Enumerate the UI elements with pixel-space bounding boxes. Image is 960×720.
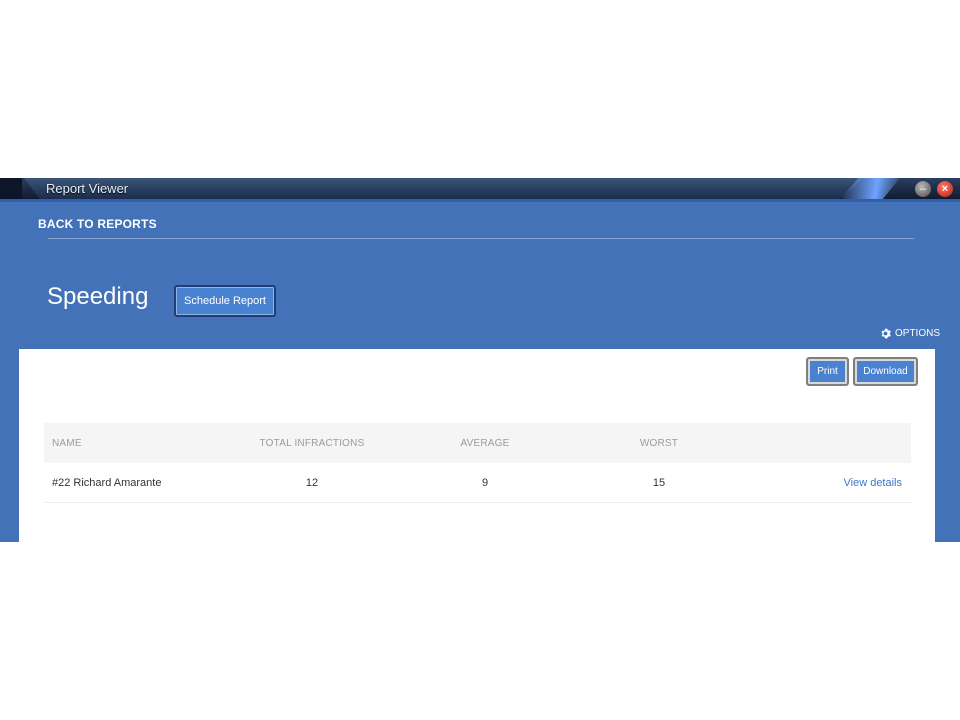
header-total-infractions: TOTAL INFRACTIONS: [259, 437, 365, 449]
print-button[interactable]: Print: [806, 357, 849, 386]
cell-average: 9: [481, 476, 489, 489]
options-label: OPTIONS: [895, 328, 941, 339]
schedule-report-button[interactable]: Schedule Report: [174, 285, 276, 317]
close-icon[interactable]: ×: [937, 181, 953, 197]
view-details-link[interactable]: View details: [844, 477, 903, 489]
back-to-reports-link[interactable]: BACK TO REPORTS: [38, 217, 157, 231]
download-button[interactable]: Download: [853, 357, 918, 386]
minimize-icon[interactable]: –: [915, 181, 931, 197]
title-bar: Report Viewer – ×: [0, 178, 960, 202]
table-header: NAME TOTAL INFRACTIONS AVERAGE WORST: [44, 423, 911, 463]
report-table: NAME TOTAL INFRACTIONS AVERAGE WORST #22…: [44, 423, 911, 503]
header-worst: WORST: [639, 437, 679, 449]
page-title: Speeding: [47, 283, 149, 310]
header-average: AVERAGE: [460, 437, 510, 449]
gear-icon: [881, 328, 891, 339]
cell-total-infractions: 12: [305, 476, 319, 489]
report-viewer-window: Report Viewer – × BACK TO REPORTS Speedi…: [0, 178, 960, 542]
title-bar-underline: [0, 199, 960, 202]
window-title: Report Viewer: [46, 181, 129, 196]
cell-name: #22 Richard Amarante: [52, 476, 162, 489]
report-panel: Print Download NAME TOTAL INFRACTIONS AV…: [19, 349, 935, 542]
cell-worst: 15: [652, 476, 666, 489]
table-row: #22 Richard Amarante 12 9 15 View detail…: [44, 463, 911, 503]
header-divider: [48, 238, 914, 239]
header-name: NAME: [52, 437, 82, 449]
title-tab: [24, 178, 864, 200]
options-button[interactable]: OPTIONS: [880, 328, 940, 339]
title-bar-notch: [0, 178, 22, 200]
